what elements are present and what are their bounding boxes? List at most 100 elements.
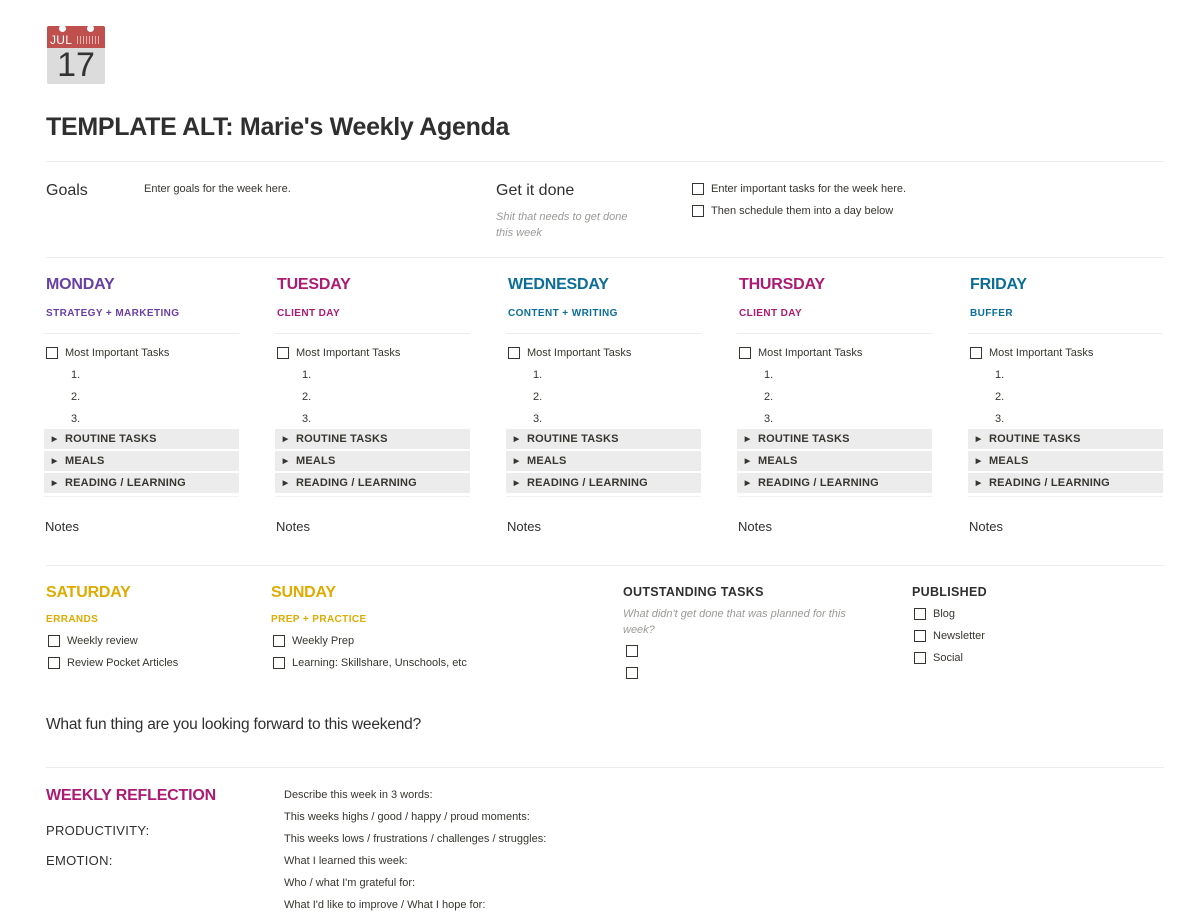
checkbox[interactable] bbox=[626, 645, 638, 657]
numbered-list-item[interactable]: 3. bbox=[275, 408, 470, 430]
toggle-label[interactable]: READING / LEARNING bbox=[65, 477, 186, 489]
toggle-triangle-icon[interactable]: ▶ bbox=[737, 457, 758, 465]
most-important-tasks-item[interactable]: Most Important Tasks bbox=[737, 346, 932, 360]
toggle-block[interactable]: ▶ READING / LEARNING bbox=[506, 473, 701, 493]
checkbox[interactable] bbox=[692, 183, 704, 195]
toggle-label[interactable]: ROUTINE TASKS bbox=[527, 433, 619, 445]
todo-item[interactable]: Newsletter bbox=[914, 628, 985, 644]
toggle-label[interactable]: MEALS bbox=[989, 455, 1029, 467]
checkbox[interactable] bbox=[48, 656, 60, 669]
toggle-block[interactable]: ▶ ROUTINE TASKS bbox=[737, 429, 932, 449]
toggle-label[interactable]: READING / LEARNING bbox=[527, 477, 648, 489]
numbered-list-item[interactable]: 1. bbox=[44, 364, 239, 386]
reflection-prompt[interactable]: This weeks highs / good / happy / proud … bbox=[284, 811, 530, 823]
toggle-triangle-icon[interactable]: ▶ bbox=[44, 435, 65, 443]
toggle-triangle-icon[interactable]: ▶ bbox=[506, 479, 527, 487]
toggle-triangle-icon[interactable]: ▶ bbox=[44, 479, 65, 487]
reflection-prompt[interactable]: Describe this week in 3 words: bbox=[284, 789, 433, 801]
toggle-block[interactable]: ▶ READING / LEARNING bbox=[968, 473, 1163, 493]
todo-label[interactable]: Most Important Tasks bbox=[758, 347, 862, 359]
numbered-list-item[interactable]: 1. bbox=[968, 364, 1163, 386]
most-important-tasks-item[interactable]: Most Important Tasks bbox=[275, 346, 470, 360]
toggle-label[interactable]: READING / LEARNING bbox=[296, 477, 417, 489]
toggle-triangle-icon[interactable]: ▶ bbox=[968, 435, 989, 443]
numbered-list-item[interactable]: 1. bbox=[506, 364, 701, 386]
numbered-list-item[interactable]: 2. bbox=[737, 386, 932, 408]
toggle-block[interactable]: ▶ READING / LEARNING bbox=[737, 473, 932, 493]
numbered-list-item[interactable]: 1. bbox=[737, 364, 932, 386]
todo-label[interactable]: Most Important Tasks bbox=[296, 347, 400, 359]
todo-item[interactable]: Blog bbox=[914, 606, 955, 622]
toggle-block[interactable]: ▶ ROUTINE TASKS bbox=[968, 429, 1163, 449]
toggle-block[interactable]: ▶ MEALS bbox=[968, 451, 1163, 471]
toggle-triangle-icon[interactable]: ▶ bbox=[737, 479, 758, 487]
toggle-label[interactable]: ROUTINE TASKS bbox=[296, 433, 388, 445]
toggle-triangle-icon[interactable]: ▶ bbox=[968, 457, 989, 465]
toggle-triangle-icon[interactable]: ▶ bbox=[506, 435, 527, 443]
toggle-triangle-icon[interactable]: ▶ bbox=[737, 435, 758, 443]
checkbox[interactable] bbox=[273, 634, 285, 647]
toggle-triangle-icon[interactable]: ▶ bbox=[275, 435, 296, 443]
toggle-triangle-icon[interactable]: ▶ bbox=[275, 479, 296, 487]
toggle-label[interactable]: MEALS bbox=[296, 455, 336, 467]
todo-label[interactable]: Weekly review bbox=[67, 635, 138, 647]
toggle-block[interactable]: ▶ MEALS bbox=[506, 451, 701, 471]
toggle-label[interactable]: ROUTINE TASKS bbox=[758, 433, 850, 445]
todo-label[interactable]: Then schedule them into a day below bbox=[711, 205, 893, 217]
toggle-triangle-icon[interactable]: ▶ bbox=[968, 479, 989, 487]
most-important-tasks-item[interactable]: Most Important Tasks bbox=[968, 346, 1163, 360]
todo-item[interactable]: Learning: Skillshare, Unschools, etc bbox=[271, 655, 467, 670]
toggle-label[interactable]: READING / LEARNING bbox=[758, 477, 879, 489]
toggle-block[interactable]: ▶ ROUTINE TASKS bbox=[506, 429, 701, 449]
toggle-block[interactable]: ▶ MEALS bbox=[44, 451, 239, 471]
numbered-list-item[interactable]: 1. bbox=[275, 364, 470, 386]
toggle-label[interactable]: ROUTINE TASKS bbox=[65, 433, 157, 445]
numbered-list-item[interactable]: 2. bbox=[44, 386, 239, 408]
most-important-tasks-item[interactable]: Most Important Tasks bbox=[44, 346, 239, 360]
numbered-list-item[interactable]: 2. bbox=[506, 386, 701, 408]
todo-label[interactable]: Social bbox=[933, 652, 963, 664]
numbered-list-item[interactable]: 3. bbox=[44, 408, 239, 430]
todo-item[interactable]: Enter important tasks for the week here. bbox=[692, 181, 906, 197]
toggle-block[interactable]: ▶ MEALS bbox=[737, 451, 932, 471]
toggle-label[interactable]: MEALS bbox=[65, 455, 105, 467]
checkbox[interactable] bbox=[277, 347, 289, 359]
todo-label[interactable]: Review Pocket Articles bbox=[67, 657, 178, 669]
toggle-label[interactable]: MEALS bbox=[527, 455, 567, 467]
todo-item[interactable]: Review Pocket Articles bbox=[46, 655, 178, 670]
checkbox[interactable] bbox=[914, 630, 926, 642]
toggle-triangle-icon[interactable]: ▶ bbox=[275, 457, 296, 465]
most-important-tasks-item[interactable]: Most Important Tasks bbox=[506, 346, 701, 360]
goals-text[interactable]: Enter goals for the week here. bbox=[144, 183, 291, 195]
todo-label[interactable]: Most Important Tasks bbox=[527, 347, 631, 359]
todo-item[interactable]: Social bbox=[914, 650, 963, 666]
numbered-list-item[interactable]: 2. bbox=[275, 386, 470, 408]
reflection-prompt[interactable]: What I'd like to improve / What I hope f… bbox=[284, 899, 485, 911]
numbered-list-item[interactable]: 3. bbox=[506, 408, 701, 430]
calendar-icon[interactable]: JUL 17 bbox=[47, 26, 105, 84]
toggle-block[interactable]: ▶ READING / LEARNING bbox=[275, 473, 470, 493]
reflection-prompt[interactable]: This weeks lows / frustrations / challen… bbox=[284, 833, 546, 845]
todo-label[interactable]: Learning: Skillshare, Unschools, etc bbox=[292, 657, 467, 669]
checkbox[interactable] bbox=[508, 347, 520, 359]
reflection-prompt[interactable]: Who / what I'm grateful for: bbox=[284, 877, 415, 889]
reflection-prompt[interactable]: What I learned this week: bbox=[284, 855, 408, 867]
todo-item[interactable]: Weekly Prep bbox=[271, 633, 467, 648]
toggle-triangle-icon[interactable]: ▶ bbox=[44, 457, 65, 465]
numbered-list-item[interactable]: 3. bbox=[968, 408, 1163, 430]
checkbox[interactable] bbox=[692, 205, 704, 217]
toggle-label[interactable]: MEALS bbox=[758, 455, 798, 467]
todo-label[interactable]: Enter important tasks for the week here. bbox=[711, 183, 906, 195]
checkbox[interactable] bbox=[739, 347, 751, 359]
todo-label[interactable]: Blog bbox=[933, 608, 955, 620]
toggle-block[interactable]: ▶ MEALS bbox=[275, 451, 470, 471]
todo-label[interactable]: Newsletter bbox=[933, 630, 985, 642]
toggle-block[interactable]: ▶ ROUTINE TASKS bbox=[275, 429, 470, 449]
toggle-block[interactable]: ▶ READING / LEARNING bbox=[44, 473, 239, 493]
toggle-label[interactable]: ROUTINE TASKS bbox=[989, 433, 1081, 445]
checkbox[interactable] bbox=[48, 634, 60, 647]
todo-item[interactable]: Then schedule them into a day below bbox=[692, 203, 893, 219]
checkbox[interactable] bbox=[626, 667, 638, 679]
todo-label[interactable]: Most Important Tasks bbox=[65, 347, 169, 359]
checkbox[interactable] bbox=[914, 608, 926, 620]
